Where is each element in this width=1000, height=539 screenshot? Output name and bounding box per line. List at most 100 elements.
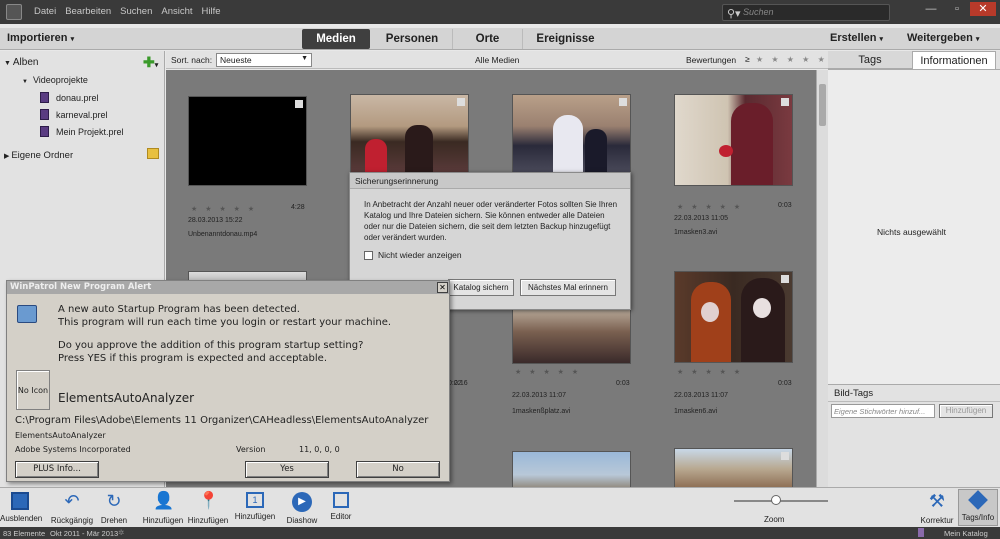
app-logo-icon: [6, 4, 22, 20]
zoom-slider-track[interactable]: [734, 500, 828, 502]
media-item[interactable]: ★ ★ ★ ★ ★ 0:03 22.03.2013 11:05 1masken3…: [674, 94, 816, 236]
ratings-filter-stars[interactable]: ★ ★ ★ ★ ★: [756, 55, 828, 64]
editor-icon: [333, 492, 349, 508]
sort-select[interactable]: Neueste ▼: [216, 53, 312, 67]
media-item[interactable]: [512, 94, 674, 174]
add-album-icon[interactable]: ✚▾: [143, 54, 158, 71]
undo-button[interactable]: ↶ Rückgängig: [50, 492, 94, 525]
share-button[interactable]: Weitergeben ▾: [907, 32, 979, 44]
bottom-toolbar: Ausblenden ↶ Rückgängig ↻ Drehen 👤 Hinzu…: [0, 487, 1000, 527]
import-button[interactable]: Importieren ▾: [7, 32, 74, 44]
video-badge-icon: [457, 98, 465, 106]
plus-info-button[interactable]: PLUS Info...: [15, 461, 99, 478]
backup-catalog-button[interactable]: Katalog sichern: [448, 279, 514, 296]
tab-ereignisse[interactable]: Ereignisse: [522, 29, 608, 49]
tag-input[interactable]: Eigene Stichwörter hinzuf...: [831, 404, 935, 418]
close-button[interactable]: ✕: [970, 2, 996, 16]
play-icon: ▶: [292, 492, 312, 512]
tags-info-button[interactable]: Tags/Info: [958, 489, 998, 526]
slideshow-button[interactable]: ▶ Diashow: [282, 492, 322, 525]
albums-header[interactable]: ▼ Alben: [4, 57, 38, 68]
media-item[interactable]: ★ ★ ★ ★ ★ 4:28 28.03.2013 15:22 Unbenann…: [188, 96, 350, 238]
tab-orte[interactable]: Orte: [452, 29, 522, 49]
filename: 1maskenßplatz.avi: [512, 408, 571, 415]
tab-tags[interactable]: Tags: [828, 51, 912, 69]
yes-button[interactable]: Yes: [245, 461, 329, 478]
rotate-button[interactable]: ↻ Drehen: [96, 492, 132, 525]
zoom-label: Zoom: [764, 515, 785, 524]
remind-next-time-button[interactable]: Nächstes Mal erinnern: [520, 279, 616, 296]
hide-panel-button[interactable]: Ausblenden: [0, 492, 42, 523]
zoom-slider-thumb[interactable]: [771, 495, 782, 505]
menu-datei[interactable]: Datei: [34, 6, 56, 17]
media-item[interactable]: [512, 451, 674, 487]
tag-icon: [968, 490, 988, 510]
video-project-icon: [40, 126, 49, 137]
duration: 0:03: [778, 202, 792, 209]
undo-icon: ↶: [64, 491, 80, 511]
menu-hilfe[interactable]: Hilfe: [202, 6, 221, 17]
media-item[interactable]: [674, 448, 816, 487]
tab-medien[interactable]: Medien: [302, 29, 370, 49]
right-panel: Tags Informationen Nichts ausgewählt Bil…: [828, 51, 1000, 487]
tab-personen[interactable]: Personen: [372, 29, 452, 49]
search-input[interactable]: ⚲▾ Suchen: [722, 4, 890, 21]
album-item-donau[interactable]: donau.prel: [40, 92, 99, 103]
album-item-mein-projekt[interactable]: Mein Projekt.prel: [40, 126, 124, 137]
folder-videoprojekte[interactable]: ▼ Videoprojekte: [22, 75, 88, 85]
search-icon: ⚲▾: [727, 8, 741, 20]
carnival-thumbnail: [512, 94, 631, 174]
add-event-button[interactable]: 1 Hinzufügen: [232, 492, 278, 521]
folder-view-icon[interactable]: [147, 148, 159, 159]
item-count: 83 Elemente: [3, 529, 46, 538]
close-icon[interactable]: ✕: [437, 282, 448, 293]
carnival-thumbnail: [674, 94, 793, 186]
editor-button[interactable]: Editor: [322, 492, 360, 521]
rating-stars[interactable]: ★ ★ ★ ★ ★: [677, 203, 743, 211]
album-item-karneval[interactable]: karneval.prel: [40, 109, 108, 120]
checkbox-icon[interactable]: [364, 250, 373, 260]
duration: 0:22: [448, 380, 462, 387]
sort-label: Sort. nach:: [171, 55, 213, 65]
chevron-down-icon: ▾: [879, 36, 884, 43]
fix-button[interactable]: ⚒ Korrektur: [918, 492, 956, 525]
tab-informationen[interactable]: Informationen: [912, 51, 996, 69]
version-label: Version: [236, 445, 266, 454]
ratings-operator[interactable]: ≥: [745, 54, 750, 64]
create-button[interactable]: Erstellen ▾: [830, 32, 883, 44]
add-place-button[interactable]: 📍 Hinzufügen: [186, 492, 230, 526]
duration: 4:28: [291, 204, 305, 211]
video-thumbnail: [188, 96, 307, 186]
date: 28.03.2013 15:22: [188, 217, 243, 224]
rating-stars[interactable]: ★ ★ ★ ★ ★: [191, 205, 257, 213]
carnival-thumbnail: [674, 271, 793, 363]
no-button[interactable]: No: [356, 461, 440, 478]
menu-bearbeiten[interactable]: Bearbeiten: [65, 6, 111, 17]
minimize-button[interactable]: —: [918, 2, 944, 16]
scrollbar-thumb[interactable]: [819, 84, 826, 126]
add-people-button[interactable]: 👤 Hinzufügen: [140, 492, 186, 526]
media-item[interactable]: ★ ★ ★ ★ ★ 0:03 22.03.2013 11:07 1masken6…: [674, 271, 816, 415]
dialog-message: In Anbetracht der Anzahl neuer oder verä…: [364, 200, 618, 242]
spinner-icon: ✲: [118, 528, 125, 537]
menu-ansicht[interactable]: Ansicht: [161, 6, 192, 17]
wrench-icon: ⚒: [928, 491, 946, 511]
calendar-icon: 1: [246, 492, 264, 508]
maximize-button[interactable]: ▫: [944, 2, 970, 16]
grid-scrollbar[interactable]: [816, 70, 828, 487]
add-tag-button[interactable]: Hinzufügen: [939, 404, 993, 418]
menu-suchen[interactable]: Suchen: [120, 6, 152, 17]
own-folders-header[interactable]: ▶ Eigene Ordner: [4, 150, 73, 161]
ratings-label: Bewertungen: [686, 55, 737, 65]
rating-stars[interactable]: ★ ★ ★ ★ ★: [515, 368, 581, 376]
info-panel: Nichts ausgewählt: [828, 69, 1000, 384]
video-badge-icon: [619, 98, 627, 106]
media-item[interactable]: [350, 94, 512, 174]
program-path: C:\Program Files\Adobe\Elements 11 Organ…: [15, 415, 429, 426]
rating-stars[interactable]: ★ ★ ★ ★ ★: [677, 368, 743, 376]
dont-show-checkbox[interactable]: Nicht wieder anzeigen: [364, 250, 462, 260]
duration: 0:03: [616, 380, 630, 387]
status-bar: 83 Elemente Okt 2011 - Mär 2013 ✲ Mein K…: [0, 527, 1000, 539]
product-name: ElementsAutoAnalyzer: [15, 431, 106, 440]
duration: 0:03: [778, 380, 792, 387]
